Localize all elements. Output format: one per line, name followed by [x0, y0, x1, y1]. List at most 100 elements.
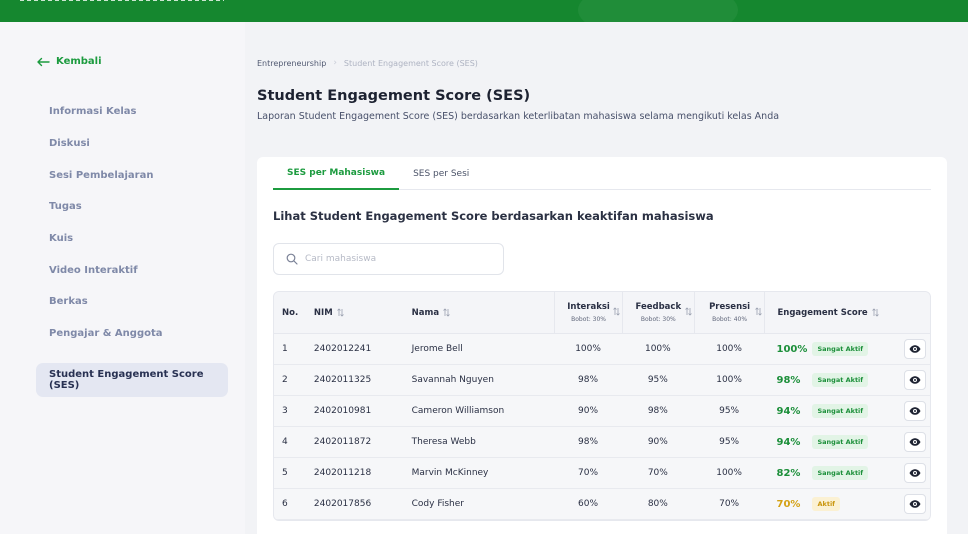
cell-no: 6: [282, 499, 288, 509]
eye-icon: [909, 500, 921, 508]
score-value: 98%: [776, 374, 801, 386]
column-header-label: Feedback: [635, 302, 682, 312]
cell-engagement-score: 82% Sangat Aktif: [764, 466, 899, 480]
eye-icon: [909, 469, 921, 477]
sidebar-item-label: Student Engagement Score (SES): [49, 368, 204, 391]
sidebar-item-sesi-pembelajaran[interactable]: Sesi Pembelajaran: [36, 159, 228, 191]
sidebar-item-label: Video Interaktif: [49, 264, 138, 276]
cell-no: 2: [282, 375, 288, 385]
view-detail-button[interactable]: [903, 494, 926, 514]
cell-interaksi: 98%: [578, 437, 599, 447]
sidebar-item-informasi-kelas[interactable]: Informasi Kelas: [36, 96, 228, 128]
cell-no: 4: [282, 437, 288, 447]
column-header-interaksi[interactable]: Interaksi Bobot: 30%: [554, 292, 622, 334]
table-row: 1 2402012241 Jerome Bell 100% 100% 100% …: [274, 334, 930, 365]
status-badge: Sangat Aktif: [812, 435, 869, 449]
column-header-feedback[interactable]: Feedback Bobot: 30%: [621, 292, 694, 334]
sidebar-item-ses[interactable]: Student Engagement Score (SES): [36, 362, 228, 397]
sidebar-item-tugas[interactable]: Tugas: [36, 191, 228, 223]
page-subtitle: Laporan Student Engagement Score (SES) b…: [257, 111, 780, 122]
table-row: 5 2402011218 Marvin McKinney 70% 70% 100…: [274, 458, 930, 489]
back-label: Kembali: [56, 56, 102, 67]
table-header: No. NIM Nama Interaksi Bobot: 30% Feedba…: [274, 292, 930, 334]
cell-interaksi: 100%: [575, 344, 601, 354]
column-weight: Bobot: 40%: [712, 316, 748, 323]
back-button[interactable]: Kembali: [36, 56, 102, 67]
cell-action: [899, 370, 930, 390]
status-badge: Sangat Aktif: [812, 373, 869, 387]
view-detail-button[interactable]: [903, 401, 926, 421]
search-input[interactable]: [305, 254, 495, 264]
sort-icon: [684, 306, 692, 316]
cell-nama: Marvin McKinney: [411, 468, 489, 478]
breadcrumb-parent[interactable]: Entrepreneurship: [257, 59, 326, 68]
search-box[interactable]: [273, 243, 504, 275]
search-icon: [286, 253, 298, 265]
cell-feedback: 70%: [647, 468, 668, 478]
score-value: 94%: [776, 405, 801, 417]
sidebar: Kembali Informasi Kelas Diskusi Sesi Pem…: [0, 22, 245, 534]
column-header-nama[interactable]: Nama: [404, 308, 555, 318]
sidebar-item-label: Berkas: [49, 296, 88, 308]
column-header-stack: Presensi Bobot: 40%: [709, 302, 750, 323]
status-badge: Sangat Aktif: [812, 342, 869, 356]
cell-engagement-score: 94% Sangat Aktif: [764, 404, 899, 418]
column-header-stack: Feedback Bobot: 30%: [636, 302, 682, 323]
sidebar-item-pengajar-anggota[interactable]: Pengajar & Anggota: [36, 318, 228, 350]
column-weight: Bobot: 30%: [571, 316, 606, 323]
cell-presensi: 100%: [716, 344, 742, 354]
view-detail-button[interactable]: [903, 463, 926, 483]
sort-icon: [443, 308, 450, 317]
cell-feedback: 100%: [644, 344, 671, 354]
column-header-nim[interactable]: NIM: [306, 308, 404, 318]
cell-nim: 2402017856: [313, 499, 372, 509]
status-badge: Sangat Aktif: [812, 466, 869, 480]
sidebar-item-label: Informasi Kelas: [49, 106, 137, 118]
ses-card: SES per Mahasiswa SES per Sesi Lihat Stu…: [257, 157, 947, 534]
sort-icon: [613, 306, 620, 316]
column-header-label: NIM: [313, 307, 333, 318]
view-detail-button[interactable]: [903, 432, 926, 452]
cell-feedback: 98%: [647, 406, 668, 416]
cell-no: 3: [282, 406, 288, 416]
cell-nama: Cody Fisher: [411, 499, 464, 509]
column-header-presensi[interactable]: Presensi Bobot: 40%: [693, 292, 765, 334]
table-row: 6 2402017856 Cody Fisher 60% 80% 70% 70%…: [274, 489, 930, 520]
cell-action: [899, 463, 930, 483]
page-header: Entrepreneurship › Student Engagement Sc…: [257, 56, 957, 122]
cell-nim: 2402012241: [313, 344, 372, 354]
column-header-label: Presensi: [709, 302, 751, 312]
view-detail-button[interactable]: [903, 370, 926, 390]
cell-action: [899, 401, 930, 421]
cell-engagement-score: 70% Aktif: [764, 497, 899, 511]
column-header-engagement-score[interactable]: Engagement Score: [764, 292, 899, 334]
breadcrumb-separator-icon: ›: [333, 58, 337, 68]
cell-interaksi: 98%: [578, 375, 599, 385]
sidebar-item-label: Diskusi: [49, 138, 90, 150]
eye-icon: [909, 345, 921, 353]
sidebar-item-label: Tugas: [49, 201, 82, 213]
cell-feedback: 95%: [647, 375, 668, 385]
cell-presensi: 100%: [716, 468, 742, 478]
sidebar-item-video-interaktif[interactable]: Video Interaktif: [36, 254, 228, 286]
sidebar-item-kuis[interactable]: Kuis: [36, 223, 228, 255]
cell-nim: 2402011325: [313, 375, 372, 385]
cell-feedback: 90%: [647, 437, 668, 447]
cell-nama: Jerome Bell: [411, 344, 463, 354]
top-header-bar: [0, 0, 968, 40]
score-value: 70%: [776, 498, 801, 510]
cell-interaksi: 60%: [578, 499, 599, 509]
cell-nama: Savannah Nguyen: [411, 375, 494, 385]
sidebar-item-diskusi[interactable]: Diskusi: [36, 128, 228, 160]
eye-icon: [909, 376, 921, 384]
brand-logo[interactable]: [20, 0, 224, 1]
class-navigation: Informasi Kelas Diskusi Sesi Pembelajara…: [36, 96, 228, 397]
tab-ses-per-sesi[interactable]: SES per Sesi: [399, 157, 483, 190]
sidebar-item-berkas[interactable]: Berkas: [36, 286, 228, 318]
tab-ses-per-mahasiswa[interactable]: SES per Mahasiswa: [273, 157, 400, 190]
eye-icon: [909, 407, 921, 415]
cell-action: [899, 339, 930, 359]
breadcrumb: Entrepreneurship › Student Engagement Sc…: [257, 56, 957, 70]
sidebar-item-label: Sesi Pembelajaran: [49, 169, 154, 181]
view-detail-button[interactable]: [903, 339, 926, 359]
